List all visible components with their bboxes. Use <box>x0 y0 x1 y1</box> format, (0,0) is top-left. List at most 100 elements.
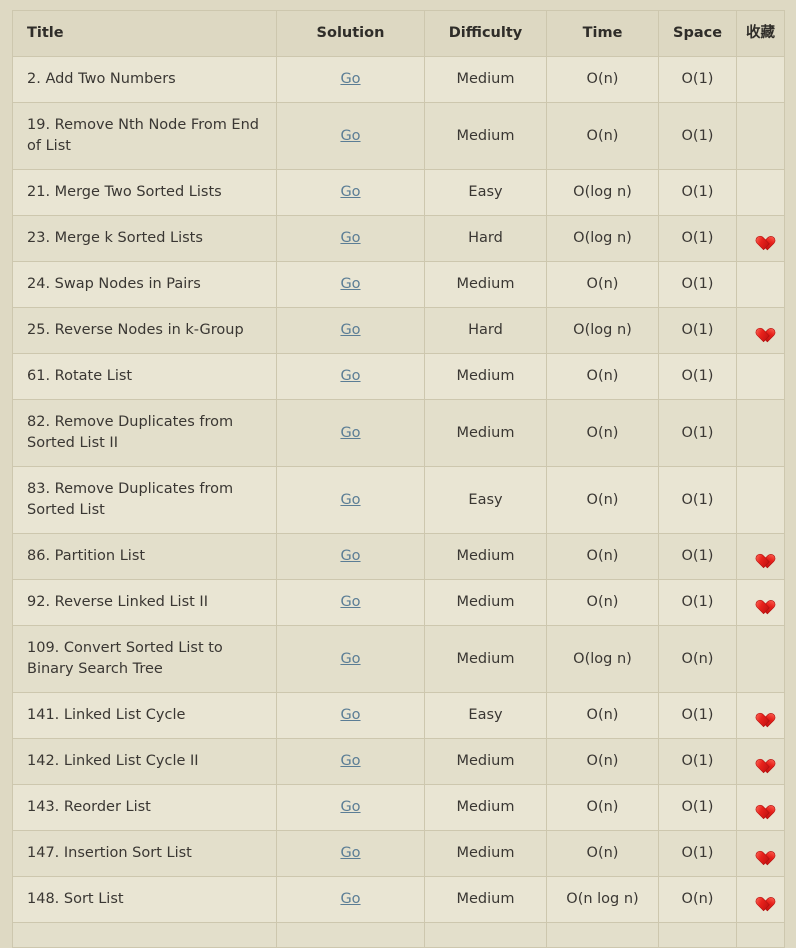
solution-link[interactable]: Go <box>340 707 360 723</box>
solution-link[interactable]: Go <box>340 230 360 246</box>
table-row: 25. Reverse Nodes in k-Group Go Hard O(log … <box>12 307 785 355</box>
cell-favorite[interactable] <box>736 876 785 924</box>
heart-icon[interactable] <box>752 845 769 861</box>
cell-favorite[interactable] <box>736 533 785 581</box>
table-row: 83. Remove Duplicates from Sorted List Go… <box>12 466 785 535</box>
cell-title: 61. Rotate List <box>12 353 277 401</box>
solution-link[interactable]: Go <box>340 845 360 861</box>
solution-link[interactable]: Go <box>340 651 360 667</box>
cell-space: O(1) <box>658 261 737 309</box>
solution-link[interactable]: Go <box>340 594 360 610</box>
solution-link[interactable]: Go <box>340 492 360 508</box>
solution-link[interactable]: Go <box>340 276 360 292</box>
heart-icon[interactable] <box>752 594 769 610</box>
cell-title: 148. Sort List <box>12 876 277 924</box>
cell-favorite[interactable] <box>736 922 785 948</box>
cell-difficulty: Medium <box>424 784 547 832</box>
cell-title: 82. Remove Duplicates from Sorted List I… <box>12 399 277 468</box>
cell-favorite[interactable] <box>736 215 785 263</box>
cell-difficulty: Hard <box>424 307 547 355</box>
cell-solution: Go <box>276 625 425 694</box>
solution-link[interactable]: Go <box>340 753 360 769</box>
cell-solution: Go <box>276 533 425 581</box>
cell-favorite[interactable] <box>736 579 785 627</box>
cell-difficulty: Easy <box>424 466 547 535</box>
heart-icon[interactable] <box>752 799 769 815</box>
heart-icon[interactable] <box>752 707 769 723</box>
table-row: 148. Sort List Go Medium O(n log n) O(n) <box>12 876 785 924</box>
cell-space: O(n) <box>658 625 737 694</box>
heart-icon[interactable] <box>752 891 769 907</box>
heart-icon[interactable] <box>752 230 769 246</box>
cell-difficulty: Medium <box>424 579 547 627</box>
cell-solution: Go <box>276 784 425 832</box>
cell-space: O(1) <box>658 579 737 627</box>
cell-title: 23. Merge k Sorted Lists <box>12 215 277 263</box>
column-header-difficulty[interactable]: Difficulty <box>424 9 547 58</box>
cell-space: O(1) <box>658 215 737 263</box>
cell-space: O(1) <box>658 533 737 581</box>
solution-link[interactable]: Go <box>340 891 360 907</box>
solution-link[interactable]: Go <box>340 128 360 144</box>
cell-title: 141. Linked List Cycle <box>12 692 277 740</box>
cell-favorite[interactable] <box>736 102 785 171</box>
cell-time: O(n) <box>546 56 659 104</box>
cell-solution: Go <box>276 399 425 468</box>
cell-favorite[interactable] <box>736 353 785 401</box>
cell-title: 92. Reverse Linked List II <box>12 579 277 627</box>
cell-difficulty: Medium <box>424 830 547 878</box>
cell-space: O(1) <box>658 353 737 401</box>
column-header-favorite[interactable]: 收藏 <box>736 9 785 58</box>
solution-link[interactable]: Go <box>340 71 360 87</box>
solution-link[interactable]: Go <box>340 548 360 564</box>
solution-link[interactable]: Go <box>340 425 360 441</box>
table-row: 19. Remove Nth Node From End of List Go Me… <box>12 102 785 171</box>
cell-space: O(1) <box>658 399 737 468</box>
cell-time: O(n) <box>546 533 659 581</box>
cell-favorite[interactable] <box>736 169 785 217</box>
cell-time: O(n) <box>546 784 659 832</box>
table-row <box>12 922 785 948</box>
cell-favorite[interactable] <box>736 466 785 535</box>
table-row: 147. Insertion Sort List Go Medium O(n) O(1) <box>12 830 785 878</box>
cell-time: O(log n) <box>546 169 659 217</box>
cell-space: O(1) <box>658 830 737 878</box>
cell-favorite[interactable] <box>736 399 785 468</box>
table-header-row: Title Solution Difficulty Time Space 收藏 <box>12 9 785 58</box>
cell-favorite[interactable] <box>736 307 785 355</box>
cell-time: O(log n) <box>546 215 659 263</box>
solution-link[interactable]: Go <box>340 322 360 338</box>
cell-favorite[interactable] <box>736 261 785 309</box>
cell-favorite[interactable] <box>736 738 785 786</box>
column-header-time[interactable]: Time <box>546 9 659 58</box>
cell-favorite[interactable] <box>736 784 785 832</box>
solution-link[interactable]: Go <box>340 184 360 200</box>
heart-icon[interactable] <box>752 548 769 564</box>
cell-favorite[interactable] <box>736 56 785 104</box>
cell-difficulty: Medium <box>424 625 547 694</box>
column-header-title[interactable]: Title <box>12 9 277 58</box>
cell-title: 142. Linked List Cycle II <box>12 738 277 786</box>
cell-space: O(1) <box>658 307 737 355</box>
cell-time <box>546 922 659 948</box>
cell-time: O(n) <box>546 830 659 878</box>
column-header-space[interactable]: Space <box>658 9 737 58</box>
column-header-solution[interactable]: Solution <box>276 9 425 58</box>
cell-favorite[interactable] <box>736 625 785 694</box>
cell-solution: Go <box>276 102 425 171</box>
solution-link[interactable]: Go <box>340 368 360 384</box>
heart-icon[interactable] <box>752 753 769 769</box>
cell-favorite[interactable] <box>736 830 785 878</box>
cell-favorite[interactable] <box>736 692 785 740</box>
cell-title: 19. Remove Nth Node From End of List <box>12 102 277 171</box>
page-container: Title Solution Difficulty Time Space 收藏 … <box>0 0 796 948</box>
heart-icon[interactable] <box>752 322 769 338</box>
cell-solution: Go <box>276 692 425 740</box>
cell-title: 143. Reorder List <box>12 784 277 832</box>
table-row: 109. Convert Sorted List to Binary Searc… <box>12 625 785 694</box>
cell-difficulty: Medium <box>424 56 547 104</box>
solution-link[interactable]: Go <box>340 799 360 815</box>
cell-space: O(1) <box>658 738 737 786</box>
table-row: 24. Swap Nodes in Pairs Go Medium O(n) O(1) <box>12 261 785 309</box>
cell-title: 83. Remove Duplicates from Sorted List <box>12 466 277 535</box>
